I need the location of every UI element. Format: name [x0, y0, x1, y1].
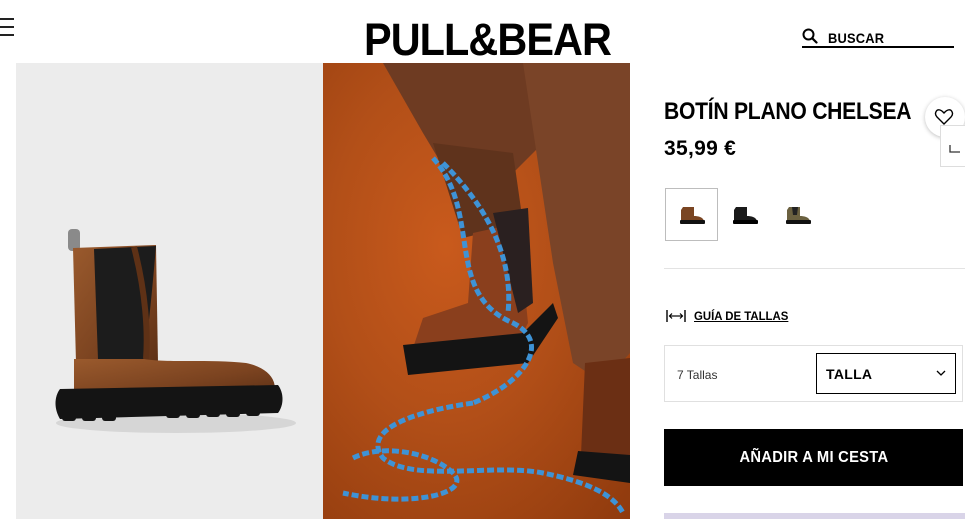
color-swatch-brown[interactable] [665, 188, 718, 241]
product-title: BOTÍN PLANO CHELSEA [664, 98, 912, 125]
bottom-strip [664, 513, 965, 519]
size-guide-label: GUÍA DE TALLAS [694, 309, 789, 323]
size-count: 7 Tallas [677, 368, 718, 382]
size-selector-box: 7 Tallas TALLA [664, 345, 963, 402]
size-guide-icon [666, 310, 686, 322]
chevron-down-icon [936, 370, 946, 376]
size-dropdown-label: TALLA [826, 366, 873, 382]
search-label: BUSCAR [828, 30, 885, 46]
product-image-lifestyle[interactable] [323, 63, 630, 519]
color-swatches [665, 188, 824, 241]
add-to-cart-label: AÑADIR A MI CESTA [739, 448, 888, 466]
heart-icon [934, 109, 954, 125]
divider [664, 268, 965, 269]
share-icon [949, 145, 960, 153]
color-swatch-black[interactable] [718, 188, 771, 241]
color-swatch-khaki[interactable] [771, 188, 824, 241]
size-guide-link[interactable]: GUÍA DE TALLAS [666, 308, 793, 324]
search-input[interactable]: BUSCAR [802, 26, 954, 48]
brand-logo[interactable]: PULL&BEAR [364, 14, 612, 66]
product-price: 35,99 € [664, 137, 737, 160]
menu-icon[interactable] [0, 16, 16, 38]
size-dropdown[interactable]: TALLA [816, 353, 956, 394]
product-image-main[interactable] [16, 63, 323, 519]
add-to-cart-button[interactable]: AÑADIR A MI CESTA [664, 429, 963, 486]
share-button[interactable] [940, 125, 965, 167]
search-icon [802, 28, 818, 44]
